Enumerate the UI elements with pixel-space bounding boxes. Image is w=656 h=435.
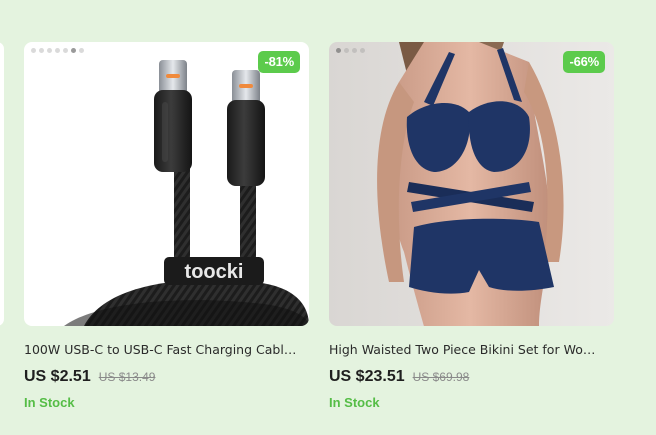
carousel-dot[interactable] — [360, 48, 365, 53]
previous-product-card[interactable] — [0, 42, 4, 326]
original-price: US $13.49 — [98, 370, 156, 384]
carousel-dot[interactable] — [31, 48, 36, 53]
stock-status: In Stock — [24, 395, 75, 410]
sale-price: US $23.51 — [329, 368, 405, 385]
carousel-dot[interactable] — [63, 48, 68, 53]
stock-status: In Stock — [329, 395, 380, 410]
product-carousel: toocki -81% 100W USB-C to USB-C Fast Cha… — [0, 0, 656, 435]
price-row: US $23.51 US $69.98 — [329, 368, 614, 386]
sale-price: US $2.51 — [24, 368, 91, 385]
carousel-dot[interactable] — [71, 48, 76, 53]
discount-badge: -66% — [563, 51, 605, 73]
product-card[interactable]: -66% High Waisted Two Piece Bikini Set f… — [329, 42, 614, 410]
product-image[interactable]: toocki -81% — [24, 42, 309, 326]
carousel-dot[interactable] — [344, 48, 349, 53]
original-price: US $69.98 — [412, 370, 470, 384]
carousel-dot[interactable] — [352, 48, 357, 53]
price-row: US $2.51 US $13.49 — [24, 368, 309, 386]
carousel-dot[interactable] — [55, 48, 60, 53]
brand-print: toocki — [185, 261, 244, 283]
carousel-dot[interactable] — [336, 48, 341, 53]
usb-c-cable-image: toocki — [24, 42, 309, 326]
carousel-dot[interactable] — [47, 48, 52, 53]
discount-badge: -81% — [258, 51, 300, 73]
bikini-set-image — [329, 42, 614, 326]
product-card[interactable]: toocki -81% 100W USB-C to USB-C Fast Cha… — [24, 42, 309, 410]
carousel-dot[interactable] — [39, 48, 44, 53]
image-carousel-dots — [336, 48, 365, 53]
product-image[interactable]: -66% — [329, 42, 614, 326]
product-title[interactable]: 100W USB-C to USB-C Fast Charging Cable.… — [24, 342, 299, 357]
carousel-dot[interactable] — [79, 48, 84, 53]
image-carousel-dots — [31, 48, 84, 53]
product-title[interactable]: High Waisted Two Piece Bikini Set for Wo… — [329, 342, 604, 357]
